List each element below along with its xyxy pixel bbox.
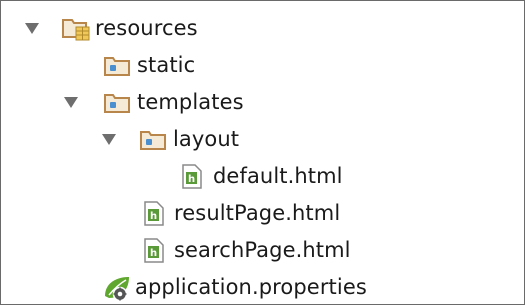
tree-node-resultpage-html[interactable]: h resultPage.html — [1, 196, 525, 230]
tree-node-searchpage-html[interactable]: h searchPage.html — [1, 233, 525, 267]
project-tree-panel: resources static templates layout h defa… — [0, 0, 525, 305]
svg-text:h: h — [150, 248, 157, 259]
tree-node-label: templates — [137, 90, 244, 114]
html-file-icon: h — [144, 201, 164, 226]
tree-node-label: application.properties — [135, 275, 367, 299]
expand-arrow-icon[interactable] — [25, 23, 39, 34]
svg-text:h: h — [150, 211, 157, 222]
svg-text:h: h — [188, 174, 195, 185]
tree-node-templates[interactable]: templates — [1, 85, 525, 119]
expand-arrow-icon[interactable] — [102, 134, 116, 145]
folder-icon — [104, 57, 130, 76]
tree-node-static[interactable]: static — [1, 48, 525, 82]
tree-node-label: layout — [173, 127, 240, 151]
resources-folder-icon — [62, 19, 90, 41]
tree-node-resources[interactable]: resources — [1, 11, 525, 45]
folder-icon — [104, 94, 130, 113]
tree-node-label: resultPage.html — [174, 201, 341, 225]
tree-node-layout[interactable]: layout — [1, 122, 525, 156]
tree-node-application-properties[interactable]: application.properties — [1, 270, 525, 304]
folder-icon — [140, 131, 166, 150]
tree-node-label: resources — [95, 16, 198, 40]
tree-node-label: searchPage.html — [174, 238, 351, 262]
html-file-icon: h — [144, 238, 164, 263]
expand-arrow-icon[interactable] — [64, 97, 78, 108]
tree-node-label: static — [137, 53, 196, 77]
tree-node-default-html[interactable]: h default.html — [1, 159, 525, 193]
html-file-icon: h — [182, 164, 202, 189]
tree-node-label: default.html — [213, 164, 343, 188]
spring-leaf-icon — [105, 277, 129, 302]
